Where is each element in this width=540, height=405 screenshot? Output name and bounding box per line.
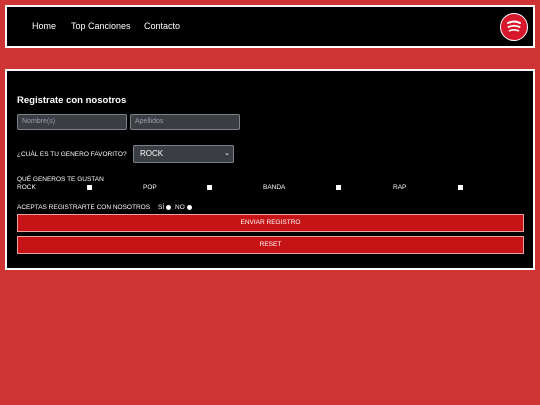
spotify-like-logo-icon[interactable] [500,13,528,41]
genre-pop-label: POP [143,184,157,191]
yes-radio[interactable] [166,205,171,210]
submit-button[interactable]: ENVIAR REGISTRO [17,214,524,232]
navbar: Home Top Canciones Contacto [5,5,535,48]
first-name-input[interactable]: Nombre(s) [17,114,127,130]
genre-pop-checkbox[interactable] [207,185,212,190]
genre-rap-checkbox[interactable] [458,185,463,190]
favorite-genre-select[interactable]: ROCK ⌄ [133,145,234,163]
no-label: NO [175,204,185,211]
registration-form: Registrate con nosotros Nombre(s) Apelli… [5,69,535,270]
nav-top-songs-link[interactable]: Top Canciones [71,21,131,31]
last-name-input[interactable]: Apellidos [130,114,240,130]
chevron-down-icon: ⌄ [224,150,230,157]
yes-label: SÍ [158,204,165,211]
genre-rock-label: ROCK [17,184,36,191]
no-radio[interactable] [187,205,192,210]
genre-rock-checkbox[interactable] [87,185,92,190]
favorite-genre-value: ROCK [140,149,164,158]
accept-registration-label: ACEPTAS REGISTRARTE CON NOSOTROS [17,204,151,211]
genre-banda-label: BANDA [263,184,286,191]
reset-button[interactable]: RESET [17,236,524,254]
nav-home-link[interactable]: Home [32,21,56,31]
genre-rap-label: RAP [393,184,407,191]
genre-banda-checkbox[interactable] [336,185,341,190]
form-title: Registrate con nosotros [17,95,127,106]
favorite-genre-label: ¿CUÁL ES TU GENERO FAVORITO? [17,151,127,158]
genres-label: QUÉ GENEROS TE GUSTAN [17,176,104,183]
nav-contact-link[interactable]: Contacto [144,21,180,31]
